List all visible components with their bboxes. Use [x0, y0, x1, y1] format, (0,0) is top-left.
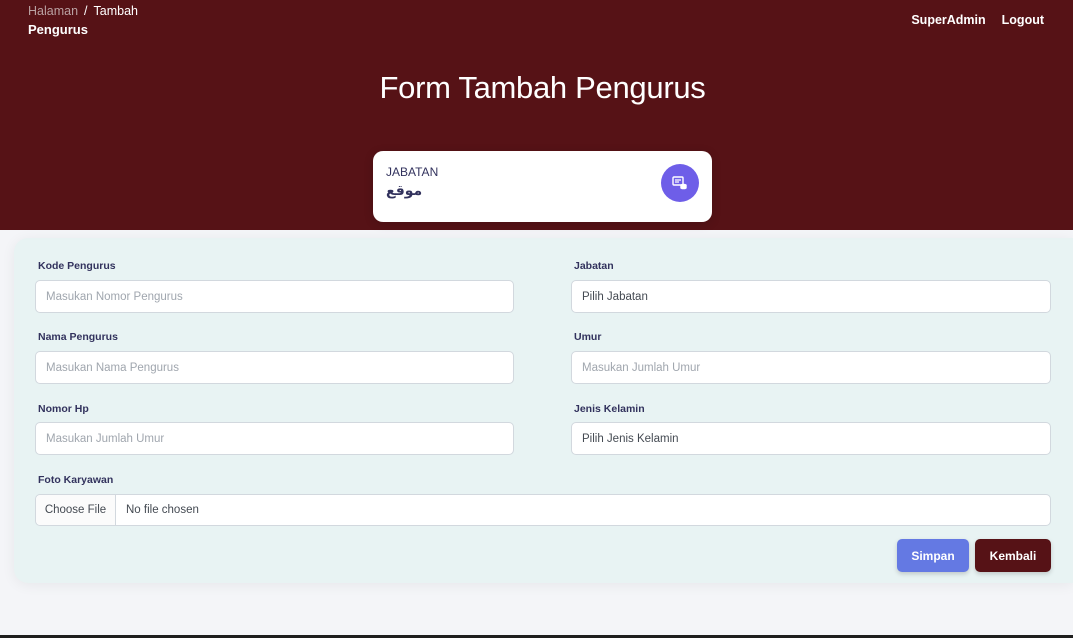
save-button[interactable]: Simpan — [897, 539, 969, 572]
section-title: Pengurus — [28, 22, 88, 37]
header-banner: Halaman / Tambah Pengurus SuperAdmin Log… — [0, 0, 1073, 230]
choose-file-button[interactable]: Choose File — [36, 495, 116, 525]
jenis-kelamin-select[interactable]: Pilih Jenis Kelamin — [571, 422, 1051, 455]
kode-input[interactable]: Masukan Nomor Pengurus — [35, 280, 514, 313]
nama-input[interactable]: Masukan Nama Pengurus — [35, 351, 514, 384]
breadcrumb-separator: / — [84, 4, 88, 18]
form-card: Kode Pengurus Masukan Nomor Pengurus Jab… — [14, 238, 1073, 583]
top-nav: SuperAdmin Logout — [911, 13, 1044, 27]
hp-input[interactable]: Masukan Jumlah Umur — [35, 422, 514, 455]
foto-file-input[interactable]: Choose File No file chosen — [35, 494, 1051, 526]
jabatan-label: Jabatan — [574, 260, 614, 272]
jenis-kelamin-label: Jenis Kelamin — [574, 403, 645, 415]
stat-card-value: موقع — [386, 183, 423, 199]
page-title: Form Tambah Pengurus — [379, 70, 706, 105]
foto-label: Foto Karyawan — [38, 474, 114, 486]
logout-link[interactable]: Logout — [1002, 13, 1044, 27]
nama-label: Nama Pengurus — [38, 331, 118, 343]
breadcrumb-root-link[interactable]: Halaman — [28, 4, 78, 18]
file-status: No file chosen — [126, 504, 199, 516]
database-icon — [661, 164, 699, 202]
jabatan-select[interactable]: Pilih Jabatan — [571, 280, 1051, 313]
hp-label: Nomor Hp — [38, 403, 89, 415]
back-button[interactable]: Kembali — [975, 539, 1051, 572]
breadcrumb-current: Tambah — [93, 4, 138, 18]
stat-card-jabatan: JABATAN موقع — [373, 151, 712, 222]
stat-card-label: JABATAN — [386, 165, 439, 179]
user-menu[interactable]: SuperAdmin — [911, 13, 985, 27]
breadcrumb: Halaman / Tambah — [28, 4, 138, 18]
kode-label: Kode Pengurus — [38, 260, 116, 272]
umur-input[interactable]: Masukan Jumlah Umur — [571, 351, 1051, 384]
umur-label: Umur — [574, 331, 602, 343]
